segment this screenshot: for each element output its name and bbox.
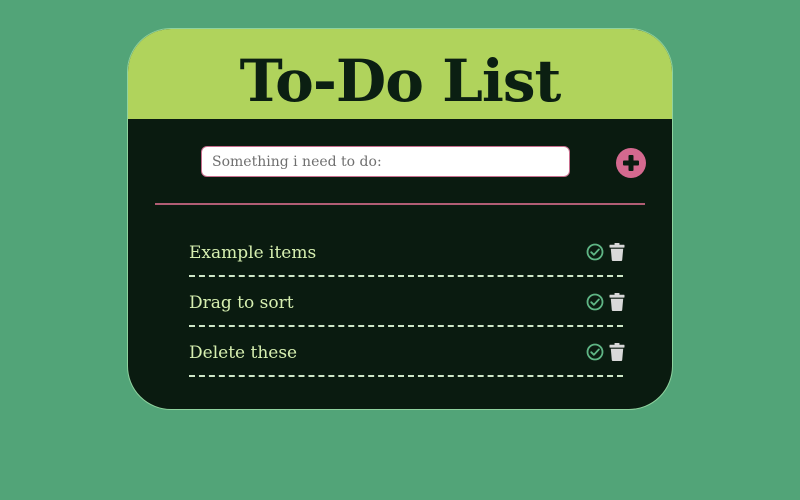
item-label: Drag to sort (189, 293, 294, 313)
check-circle-icon (586, 243, 604, 261)
delete-button[interactable] (609, 343, 625, 361)
trash-icon (609, 243, 625, 261)
item-actions (586, 293, 625, 311)
task-input[interactable] (201, 146, 570, 177)
todo-card: To-Do List Example items (127, 28, 673, 410)
add-button[interactable] (616, 148, 646, 178)
complete-button[interactable] (586, 343, 604, 361)
check-circle-icon (586, 343, 604, 361)
complete-button[interactable] (586, 243, 604, 261)
item-actions (586, 243, 625, 261)
header: To-Do List (128, 29, 672, 119)
delete-button[interactable] (609, 293, 625, 311)
divider (155, 203, 645, 205)
list-item[interactable]: Example items (189, 229, 625, 277)
delete-button[interactable] (609, 243, 625, 261)
plus-icon (623, 155, 639, 171)
input-row (128, 119, 672, 205)
page-title: To-Do List (239, 47, 562, 115)
item-actions (586, 343, 625, 361)
list-item[interactable]: Delete these (189, 329, 625, 377)
item-label: Example items (189, 243, 317, 263)
todo-list: Example items Drag to sort Delete these (189, 229, 625, 379)
check-circle-icon (586, 293, 604, 311)
item-label: Delete these (189, 343, 298, 363)
complete-button[interactable] (586, 293, 604, 311)
trash-icon (609, 343, 625, 361)
trash-icon (609, 293, 625, 311)
list-item[interactable]: Drag to sort (189, 279, 625, 327)
